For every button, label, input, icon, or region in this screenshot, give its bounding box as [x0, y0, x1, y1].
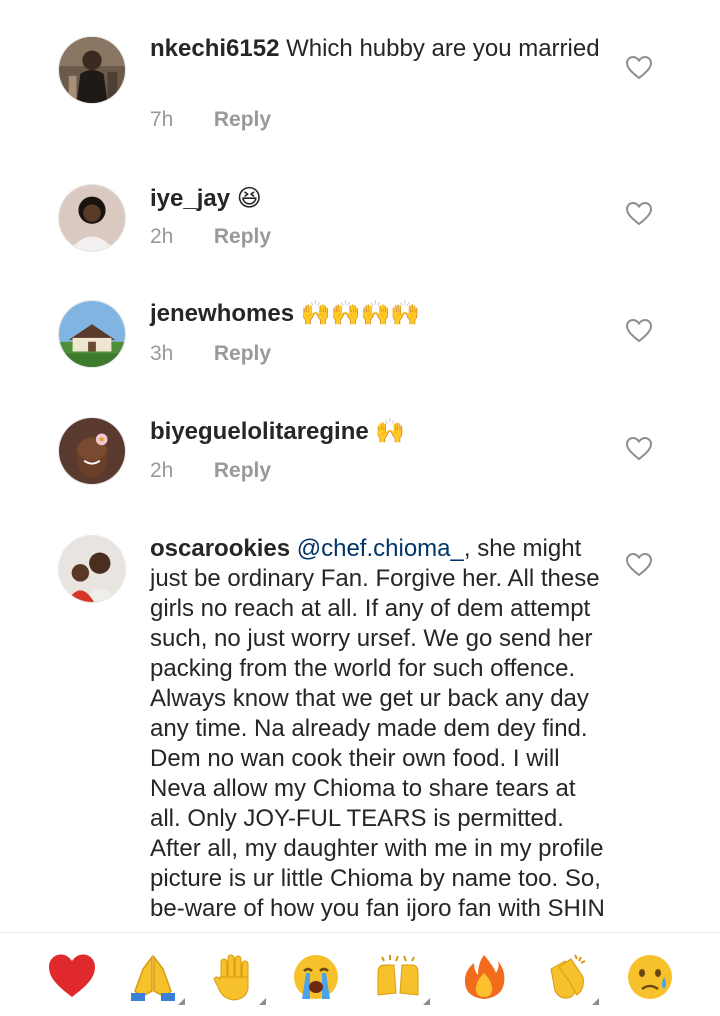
- like-heart-icon[interactable]: [626, 553, 652, 577]
- comment-username[interactable]: iye_jay: [150, 185, 230, 212]
- comment-message: 🙌🙌🙌🙌: [300, 299, 421, 327]
- comment-username[interactable]: oscarookies: [150, 535, 290, 562]
- avatar[interactable]: [58, 36, 126, 104]
- comment-message: 😆: [236, 184, 262, 212]
- comment-username[interactable]: biyeguelolitaregine: [150, 418, 369, 445]
- comments-list: nkechi6152 Which hubby are you married 7…: [0, 0, 720, 932]
- comment-text: jenewhomes 🙌🙌🙌🙌: [150, 298, 610, 329]
- avatar-woman-flower-icon: [59, 418, 125, 484]
- fire-emoji-icon[interactable]: [458, 951, 510, 1003]
- avatar[interactable]: [58, 417, 126, 485]
- comment-username[interactable]: jenewhomes: [150, 300, 294, 327]
- avatar[interactable]: [58, 300, 126, 368]
- emoji-quick-bar: [0, 932, 720, 1016]
- comment-time: 2h: [150, 225, 174, 248]
- comment-text: nkechi6152 Which hubby are you married: [150, 34, 610, 64]
- folded-hands-emoji-icon[interactable]: [127, 951, 185, 1005]
- sad-tear-face-emoji-icon[interactable]: [624, 951, 676, 1003]
- avatar-woman-smiling-icon: [59, 185, 125, 251]
- avatar[interactable]: [58, 535, 126, 603]
- crying-face-emoji-icon[interactable]: [290, 951, 342, 1003]
- comment-meta: 2h Reply: [150, 225, 271, 249]
- clapping-hands-emoji-icon[interactable]: [541, 951, 599, 1005]
- comment-meta: 2h Reply: [150, 459, 271, 483]
- comment-text: biyeguelolitaregine 🙌: [150, 416, 610, 447]
- avatar-woman-dark-icon: [59, 37, 125, 103]
- reply-button[interactable]: Reply: [214, 225, 271, 248]
- reply-button[interactable]: Reply: [214, 342, 271, 365]
- heart-emoji-icon[interactable]: [46, 951, 98, 1003]
- raised-hand-emoji-icon[interactable]: [208, 951, 266, 1005]
- comment-meta: 3h Reply: [150, 342, 271, 366]
- comment-text: iye_jay 😆: [150, 183, 610, 214]
- comment-message: , she might just be ordinary Fan. Forgiv…: [150, 535, 605, 922]
- avatar-father-daughter-icon: [59, 536, 125, 602]
- like-heart-icon[interactable]: [626, 56, 652, 80]
- avatar-house-icon: [59, 301, 125, 367]
- like-heart-icon[interactable]: [626, 319, 652, 343]
- comment-message: Which hubby are you married: [286, 35, 600, 62]
- raising-hands-emoji-icon[interactable]: [372, 951, 430, 1005]
- reply-button[interactable]: Reply: [214, 108, 271, 131]
- comment-time: 7h: [150, 108, 174, 131]
- like-heart-icon[interactable]: [626, 202, 652, 226]
- comment-message: 🙌: [375, 417, 406, 445]
- comment-time: 3h: [150, 342, 174, 365]
- reply-button[interactable]: Reply: [214, 459, 271, 482]
- comment-time: 2h: [150, 459, 174, 482]
- avatar[interactable]: [58, 184, 126, 252]
- comment-text: oscarookies @chef.chioma_, she might jus…: [150, 534, 610, 924]
- comment-mention[interactable]: @chef.chioma_: [297, 535, 464, 562]
- comment-username[interactable]: nkechi6152: [150, 35, 279, 62]
- like-heart-icon[interactable]: [626, 437, 652, 461]
- comment-meta: 7h Reply: [150, 108, 271, 132]
